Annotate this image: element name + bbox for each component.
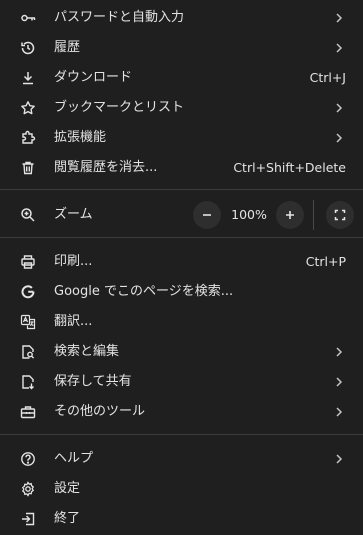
- translate-icon: [20, 314, 36, 330]
- shortcut-label: Ctrl+Shift+Delete: [233, 160, 346, 175]
- zoom-in-button[interactable]: [276, 201, 304, 229]
- shortcut-label: Ctrl+J: [309, 70, 346, 85]
- menu-divider: [0, 434, 363, 435]
- menu-item-label: ヘルプ: [54, 451, 94, 466]
- zoom-out-button[interactable]: [193, 201, 221, 229]
- menu-item-label: 印刷...: [54, 254, 93, 269]
- menu-item-label: その他のツール: [54, 404, 146, 419]
- menu-item-history[interactable]: 履歴: [0, 33, 363, 63]
- zoom-value: 100%: [231, 207, 267, 222]
- trash-icon: [20, 160, 36, 176]
- star-icon: [20, 100, 36, 116]
- menu-item-label: 終了: [54, 511, 81, 526]
- menu-item-print[interactable]: 印刷... Ctrl+P: [0, 247, 363, 277]
- menu-item-label: 拡張機能: [54, 130, 107, 145]
- help-icon: [20, 451, 36, 467]
- menu-item-label: 翻訳...: [54, 314, 93, 329]
- menu-item-find-edit[interactable]: 検索と編集: [0, 337, 363, 367]
- zoom-icon: [20, 207, 36, 223]
- menu-item-more-tools[interactable]: その他のツール: [0, 397, 363, 427]
- menu-item-downloads[interactable]: ダウンロード Ctrl+J: [0, 63, 363, 93]
- fullscreen-icon: [334, 209, 346, 221]
- menu-item-label: 閲覧履歴を消去...: [54, 160, 158, 175]
- chevron-right-icon: [333, 406, 345, 418]
- chevron-right-icon: [333, 42, 345, 54]
- download-icon: [20, 70, 36, 86]
- toolbox-icon: [20, 404, 36, 420]
- chevron-right-icon: [333, 12, 345, 24]
- minus-icon: [203, 214, 211, 216]
- zoom-label: ズーム: [54, 207, 93, 222]
- menu-item-label: 検索と編集: [54, 344, 120, 359]
- menu-item-settings[interactable]: 設定: [0, 474, 363, 504]
- save-share-icon: [20, 374, 36, 390]
- plus-icon: [286, 211, 294, 219]
- menu-item-exit[interactable]: 終了: [0, 504, 363, 534]
- menu-item-label: 保存して共有: [54, 374, 132, 389]
- shortcut-label: Ctrl+P: [305, 254, 346, 269]
- chevron-right-icon: [333, 346, 345, 358]
- zoom-row: ズーム 100%: [0, 200, 363, 230]
- menu-item-clear-browsing-data[interactable]: 閲覧履歴を消去... Ctrl+Shift+Delete: [0, 153, 363, 183]
- find-icon: [20, 344, 36, 360]
- menu-item-label: Google でこのページを検索...: [54, 284, 234, 299]
- menu-item-extensions[interactable]: 拡張機能: [0, 123, 363, 153]
- zoom-separator: [313, 200, 314, 230]
- chevron-right-icon: [333, 453, 345, 465]
- exit-icon: [20, 511, 36, 527]
- menu-item-label: パスワードと自動入力: [54, 10, 185, 25]
- menu-item-save-share[interactable]: 保存して共有: [0, 367, 363, 397]
- menu-item-help[interactable]: ヘルプ: [0, 444, 363, 474]
- key-icon: [20, 10, 36, 26]
- fullscreen-button[interactable]: [326, 201, 354, 229]
- zoom-label-row: ズーム: [0, 200, 363, 230]
- google-icon: [20, 284, 36, 300]
- menu-item-label: 履歴: [54, 40, 81, 55]
- history-icon: [20, 40, 36, 56]
- print-icon: [20, 254, 36, 270]
- menu-divider: [0, 189, 363, 190]
- browser-main-menu: パスワードと自動入力 履歴 ダウンロード Ctrl+J ブックマークとリスト 拡…: [0, 0, 363, 535]
- menu-item-translate[interactable]: 翻訳...: [0, 307, 363, 337]
- chevron-right-icon: [333, 102, 345, 114]
- chevron-right-icon: [333, 376, 345, 388]
- chevron-right-icon: [333, 132, 345, 144]
- menu-item-label: ブックマークとリスト: [54, 100, 185, 115]
- menu-divider: [0, 237, 363, 238]
- menu-item-bookmarks-lists[interactable]: ブックマークとリスト: [0, 93, 363, 123]
- puzzle-icon: [20, 130, 36, 146]
- menu-item-search-google[interactable]: Google でこのページを検索...: [0, 277, 363, 307]
- settings-icon: [20, 481, 36, 497]
- menu-item-label: ダウンロード: [54, 70, 133, 85]
- menu-item-label: 設定: [54, 481, 81, 496]
- menu-item-passwords-autofill[interactable]: パスワードと自動入力: [0, 3, 363, 33]
